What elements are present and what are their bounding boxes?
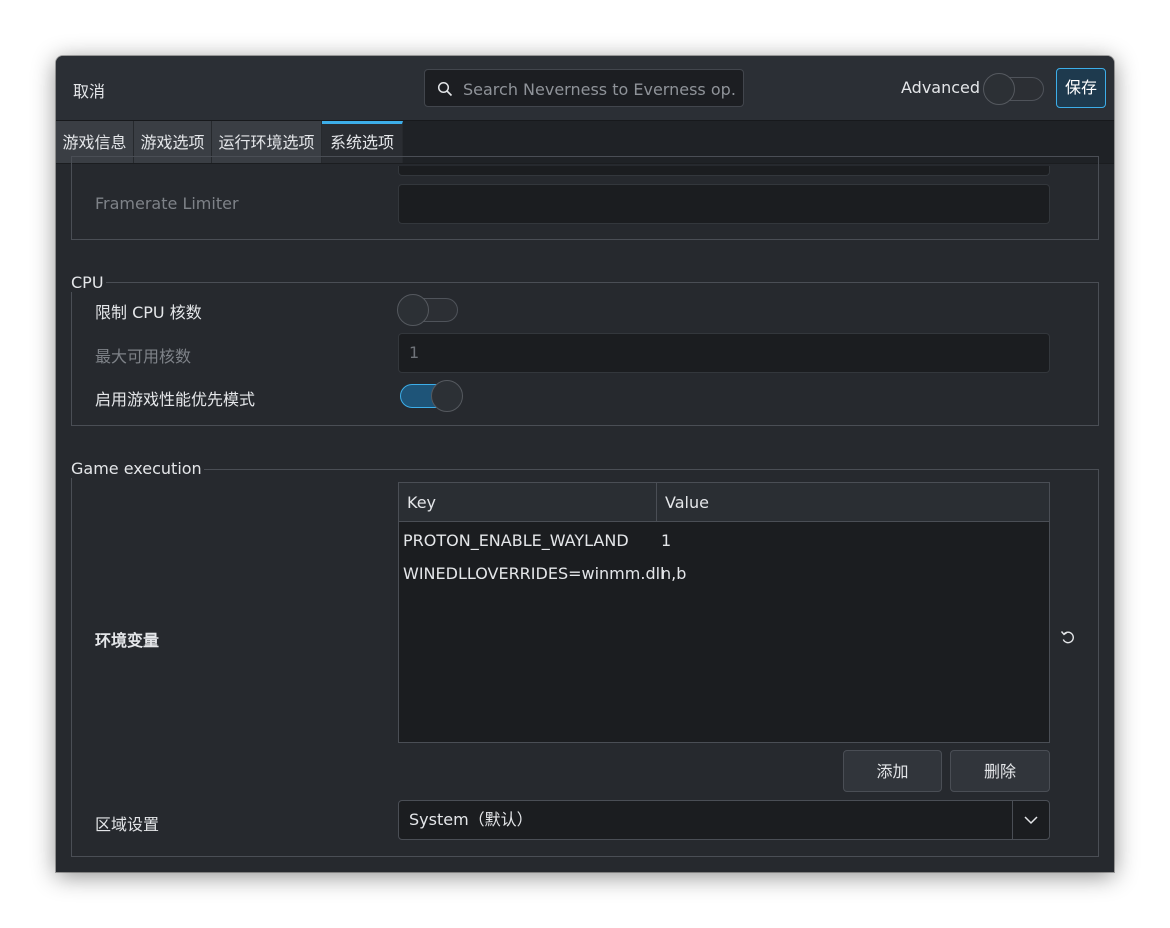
partial-field <box>398 166 1050 176</box>
limit-cores-label: 限制 CPU 核数 <box>95 303 202 322</box>
cpu-group-title: CPU <box>71 273 106 292</box>
env-vars-label: 环境变量 <box>95 631 160 650</box>
table-row-key[interactable]: WINEDLLOVERRIDES=winmm.dll <box>403 564 664 583</box>
preferences-window: 取消 Advanced 保存 游戏信息 游戏选项 运行环境选项 系统选项 Fra… <box>56 56 1114 872</box>
gamemode-label: 启用游戏性能优先模式 <box>95 390 256 409</box>
max-cores-field: 1 <box>398 333 1050 373</box>
dropdown-arrow[interactable] <box>1012 801 1049 839</box>
add-env-button[interactable]: 添加 <box>843 750 942 792</box>
table-row-key[interactable]: PROTON_ENABLE_WAYLAND <box>403 531 629 550</box>
advanced-toggle[interactable] <box>983 73 1044 105</box>
locale-select[interactable]: System（默认） <box>398 800 1050 840</box>
column-header-key[interactable]: Key <box>399 483 657 522</box>
cancel-button[interactable]: 取消 <box>73 78 105 102</box>
framerate-limiter-label: Framerate Limiter <box>95 194 239 213</box>
locale-label: 区域设置 <box>95 815 160 834</box>
locale-select-value: System（默认） <box>409 810 533 829</box>
header-bar: 取消 Advanced 保存 <box>56 56 1114 121</box>
column-header-value[interactable]: Value <box>657 483 1049 522</box>
advanced-label: Advanced <box>901 78 981 97</box>
env-vars-table[interactable]: Key Value PROTON_ENABLE_WAYLAND 1 WINEDL… <box>398 482 1050 743</box>
toggle-knob <box>431 380 463 412</box>
game-execution-title: Game execution <box>71 459 204 478</box>
search-input[interactable] <box>461 70 737 108</box>
framerate-limiter-field <box>398 184 1050 224</box>
tab-bar-overlay <box>56 121 1114 163</box>
search-icon <box>437 81 453 97</box>
delete-env-button[interactable]: 删除 <box>950 750 1050 792</box>
toggle-knob <box>397 294 429 326</box>
max-cores-label: 最大可用核数 <box>95 347 192 366</box>
table-row-value[interactable]: n,b <box>661 564 686 583</box>
table-row-value[interactable]: 1 <box>661 531 671 550</box>
reset-icon[interactable] <box>1059 628 1077 646</box>
toggle-knob <box>983 73 1015 105</box>
search-box[interactable] <box>424 69 744 108</box>
save-button[interactable]: 保存 <box>1056 68 1106 108</box>
chevron-down-icon <box>1024 816 1038 825</box>
gamemode-toggle[interactable] <box>400 380 463 412</box>
limit-cores-toggle[interactable] <box>397 294 458 326</box>
